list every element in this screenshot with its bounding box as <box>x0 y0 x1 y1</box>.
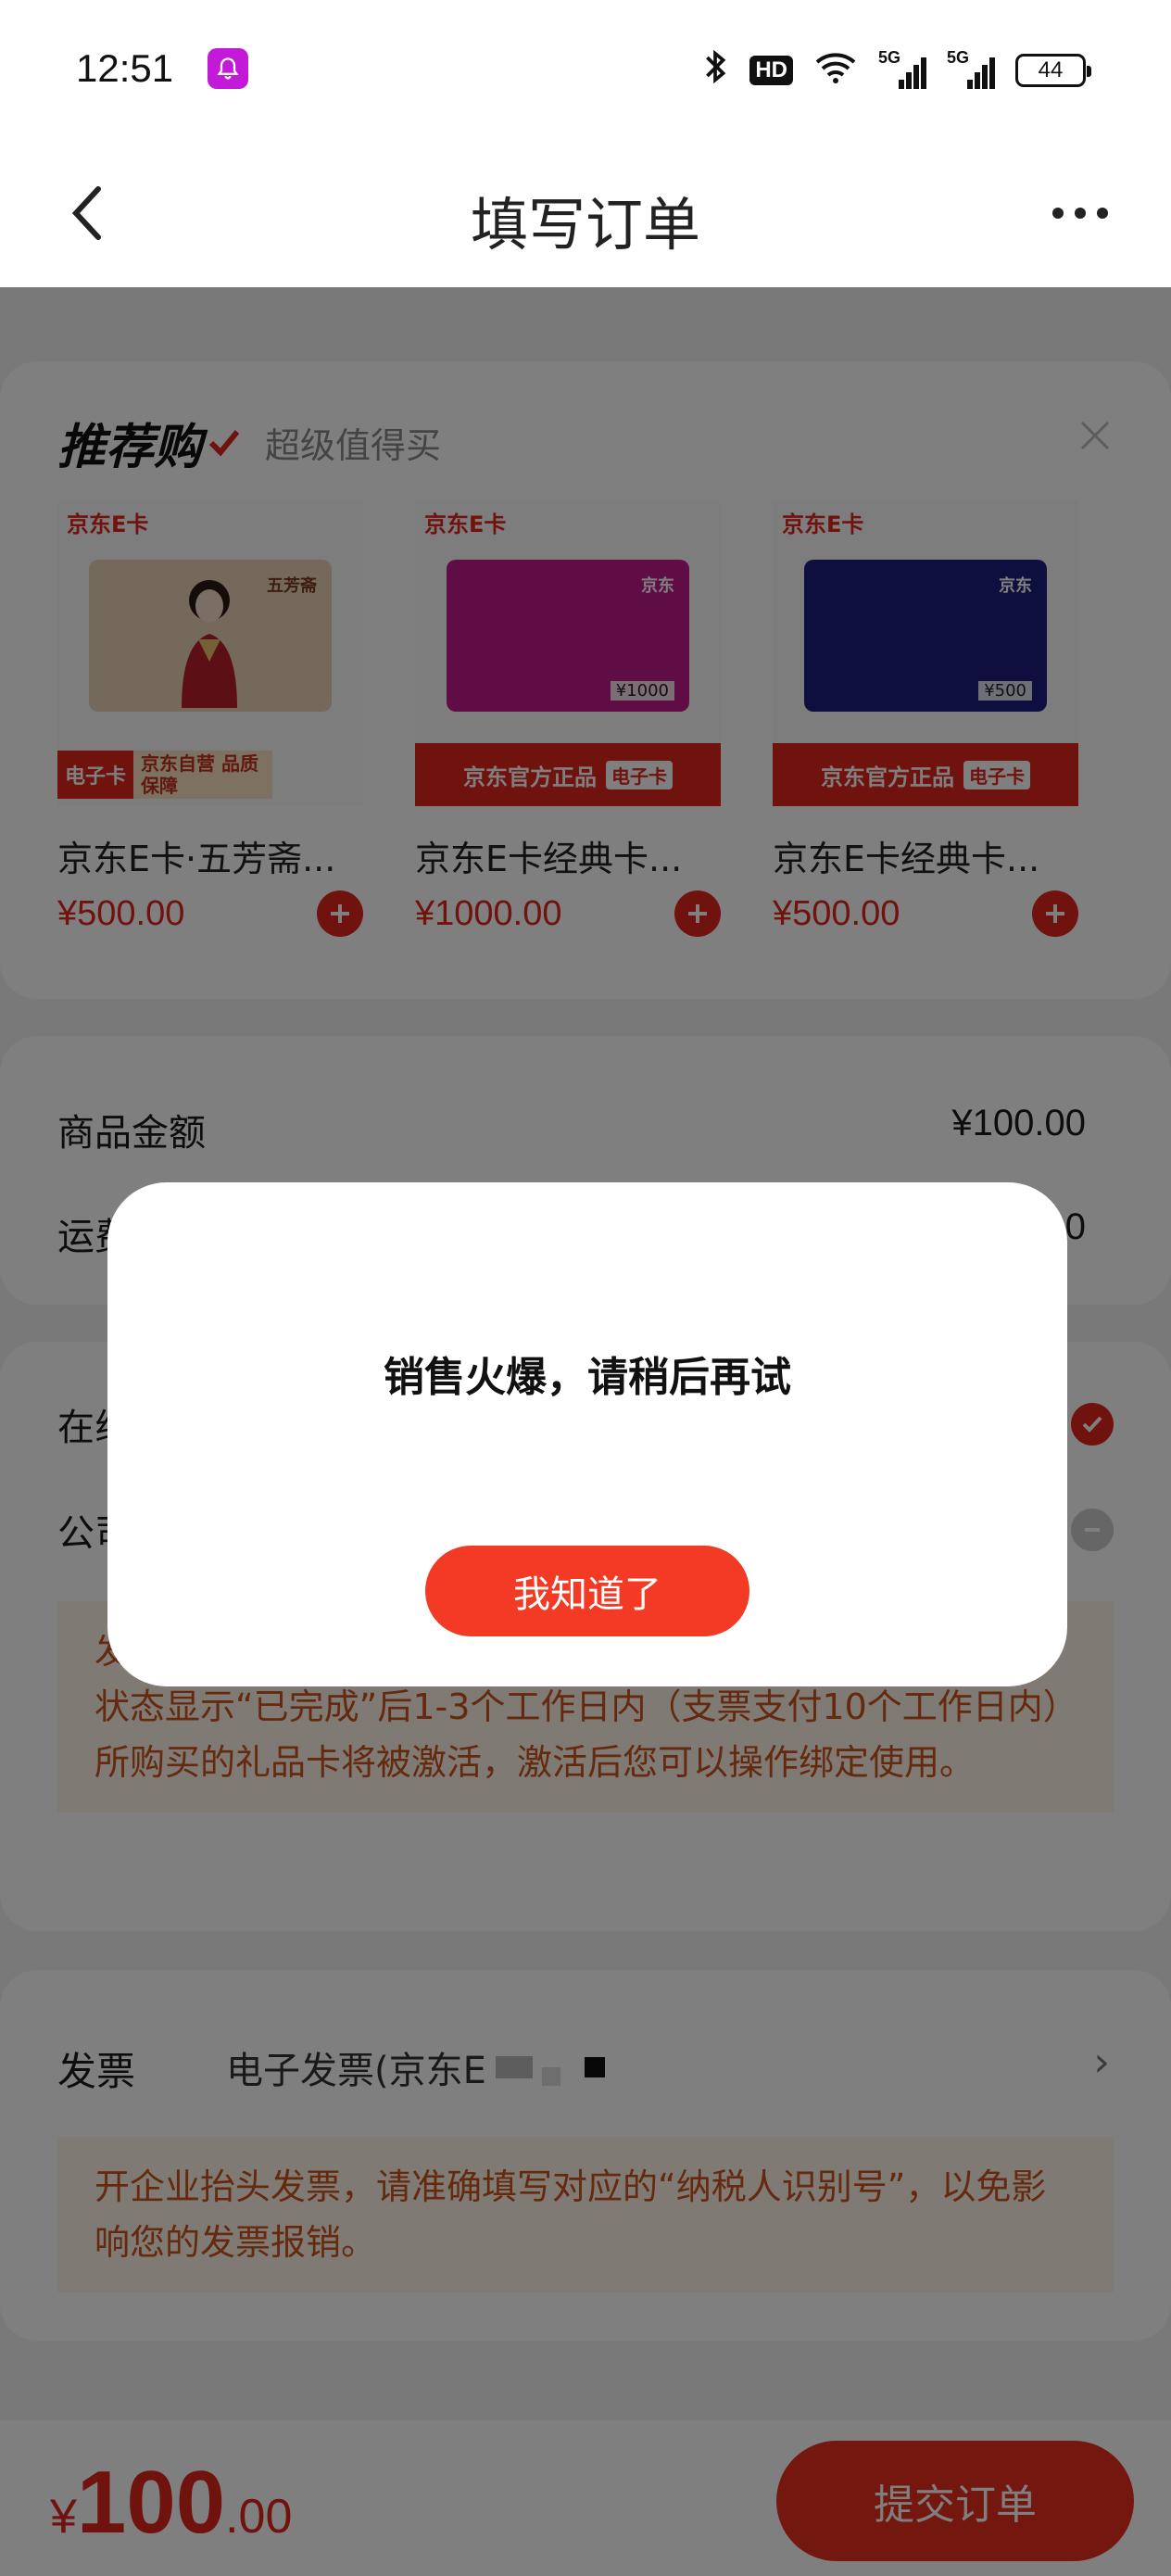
signal-5g-icon-2: 5G <box>947 48 995 89</box>
dialog-message: 销售火爆，请稍后再试 <box>384 1354 791 1401</box>
hd-voice-icon: HD <box>749 56 793 85</box>
nav-bar: 填写订单 <box>0 139 1171 287</box>
status-icons: HD 5G 5G 44 <box>701 48 1091 93</box>
status-bar: 12:51 HD 5G 5G 44 <box>0 0 1171 139</box>
bluetooth-icon <box>701 48 729 93</box>
wifi-icon <box>813 49 858 92</box>
notification-bell-icon <box>208 48 248 89</box>
alert-dialog: 销售火爆，请稍后再试 我知道了 <box>107 1182 1067 1686</box>
confirm-button[interactable]: 我知道了 <box>425 1546 749 1636</box>
more-icon[interactable] <box>1043 195 1117 232</box>
page-title: 填写订单 <box>470 191 700 259</box>
battery-icon: 44 <box>1015 54 1091 87</box>
signal-5g-icon: 5G <box>878 48 926 89</box>
status-time: 12:51 <box>76 46 174 90</box>
